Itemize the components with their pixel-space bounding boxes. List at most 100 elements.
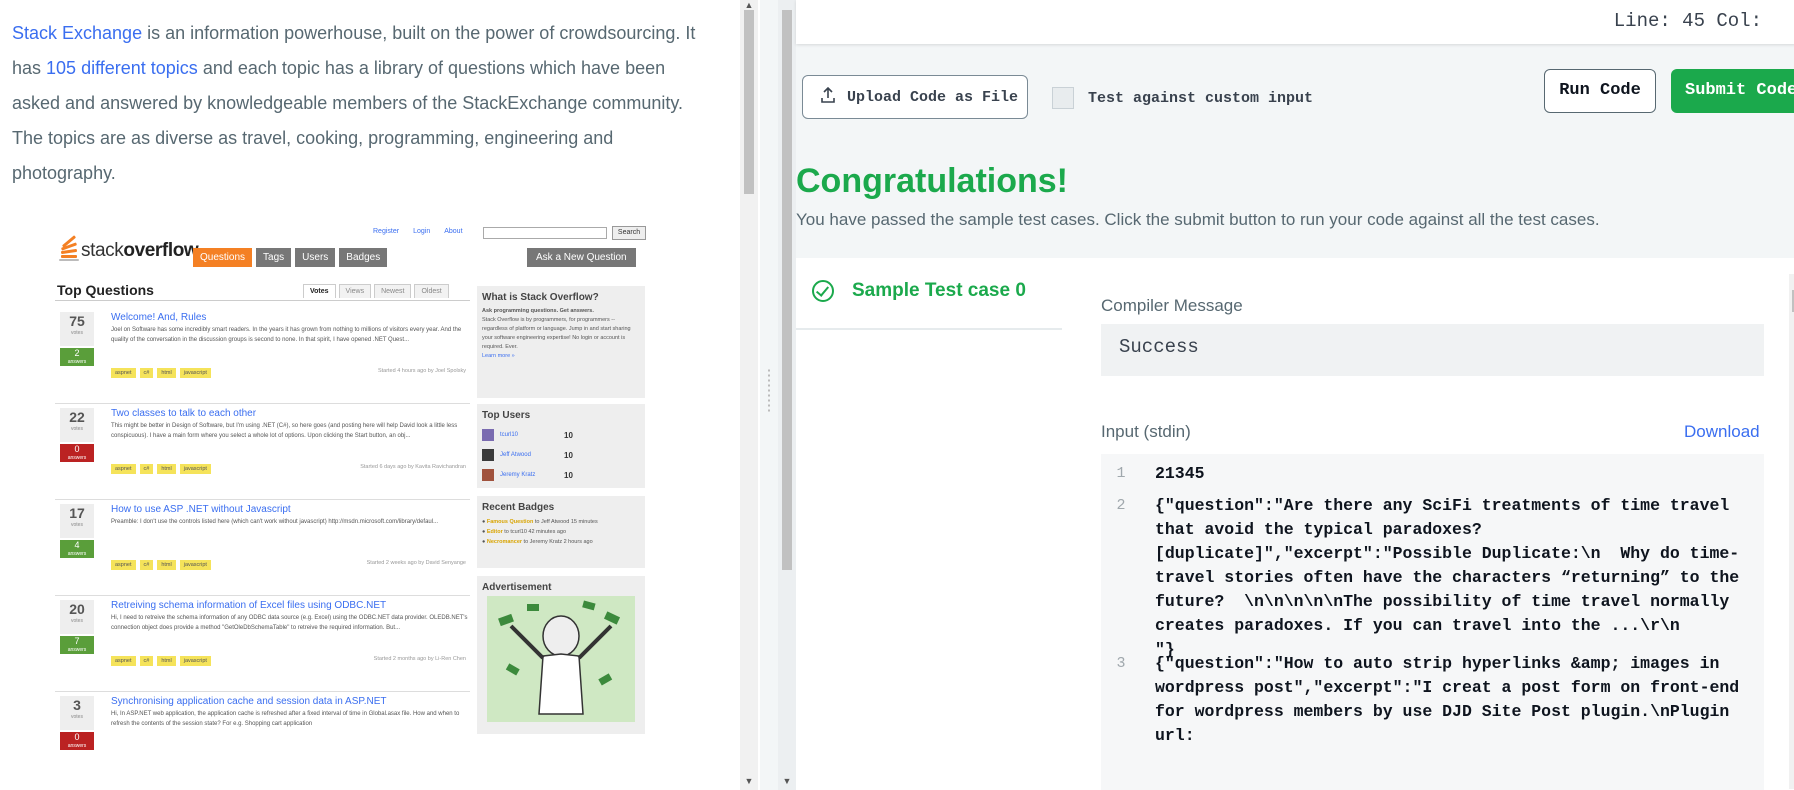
drag-handle-icon[interactable] <box>767 368 771 412</box>
so-answer-count: 4 answers <box>60 540 94 558</box>
line-number: 2 <box>1116 497 1126 514</box>
avatar <box>482 429 494 441</box>
input-stdin-label: Input (stdin) <box>1101 422 1191 441</box>
so-divider <box>55 300 470 301</box>
so-vote-count: 20 votes <box>60 600 94 634</box>
submit-code-button[interactable]: Submit Code <box>1671 69 1794 113</box>
compiler-message-value: Success <box>1101 324 1764 376</box>
so-top-users-box: Top Users tcurl10 10 Jeff Atwood 10 Jeremy… <box>477 404 645 488</box>
so-login-link: Login <box>413 228 431 235</box>
stack-exchange-link[interactable]: Stack Exchange <box>12 23 142 43</box>
so-what-body: Stack Overflow is by programmers, for pr… <box>482 317 631 350</box>
so-badge-row: ● Famous Question to Jeff Atwood 15 minu… <box>482 519 598 525</box>
so-asked-by: Started 6 days ago by Kavita Ravichandra… <box>360 464 466 470</box>
so-user-row: tcurl10 10 <box>477 425 645 445</box>
description-scroll-thumb[interactable] <box>744 10 754 194</box>
editor-pane: ▼ Line: 45 Col: Upload Code as File Test… <box>778 0 1794 790</box>
so-question-title: Retreiving schema information of Excel f… <box>111 600 387 611</box>
scroll-down-arrow-icon[interactable]: ▼ <box>740 776 758 786</box>
so-answer-count: 2 answers <box>60 348 94 366</box>
so-top-users-title: Top Users <box>482 410 531 421</box>
so-question: 22 votes 0 answers Two classes to talk to … <box>55 408 470 500</box>
so-logo: stackoverflow <box>59 232 199 262</box>
so-what-subtitle: Ask programming questions. Get answers. <box>482 308 594 314</box>
so-what-is-box: What is Stack Overflow? Ask programming … <box>477 286 645 398</box>
so-search-button: Search <box>612 226 646 240</box>
line-text: {"question":"Are there any SciFi treatme… <box>1155 496 1760 659</box>
so-vote-count: 3 votes <box>60 696 94 730</box>
so-about-link: About <box>444 228 463 235</box>
screen: Stack Exchange is an information powerho… <box>0 0 1794 790</box>
scroll-down-arrow-icon[interactable]: ▼ <box>1790 774 1794 784</box>
cursor-position: Line: 45 Col: <box>1613 10 1762 32</box>
line-text: 21345 <box>1155 464 1205 483</box>
editor-status-bar: Line: 45 Col: <box>796 0 1794 44</box>
scroll-up-arrow-icon[interactable]: ▲ <box>740 0 758 10</box>
so-nav-badges: Badges <box>339 248 388 267</box>
so-question: 20 votes 7 answers Retreiving schema infor… <box>55 600 470 692</box>
so-question-excerpt: Hi, In ASP.NET web application, the appl… <box>111 711 460 727</box>
so-tags: aspnet c# html javascript <box>111 464 211 474</box>
so-question-excerpt: Preamble: I don't use the controls liste… <box>111 519 439 525</box>
avatar <box>482 449 494 461</box>
intro-paragraph: Stack Exchange is an information powerho… <box>12 16 712 191</box>
so-tags: aspnet c# html javascript <box>111 560 211 570</box>
topics-link[interactable]: 105 different topics <box>46 58 198 78</box>
editor-pane-scroll-thumb[interactable] <box>782 10 792 570</box>
avatar <box>482 469 494 481</box>
pane-resizer[interactable] <box>760 0 778 790</box>
result-title: Congratulations! <box>796 162 1068 200</box>
custom-input-label: Test against custom input <box>1088 89 1314 107</box>
so-nav-questions: Questions <box>193 248 253 267</box>
scroll-up-arrow-icon[interactable]: ▲ <box>1790 274 1794 284</box>
so-user-row: Jeff Atwood 10 <box>477 445 645 465</box>
so-tab-oldest: Oldest <box>414 284 449 298</box>
so-ask-button: Ask a New Question <box>527 248 636 267</box>
editor-pane-scrollbar[interactable]: ▼ <box>778 0 796 790</box>
tab-sample-test-case-0[interactable]: Sample Test case 0 <box>796 258 1062 330</box>
so-tab-votes: Votes <box>303 284 336 298</box>
so-nav-tags: Tags <box>256 248 292 267</box>
so-asked-by: Started 2 months ago by Li-Ren Chen <box>373 656 466 662</box>
so-badge-row: ● Editor to tcurl10 42 minutes ago <box>482 529 567 535</box>
check-circle-icon <box>812 280 834 302</box>
custom-input-checkbox[interactable] <box>1052 87 1074 109</box>
upload-label: Upload Code as File <box>847 88 1019 106</box>
so-recent-badges-box: Recent Badges ● Famous Question to Jeff … <box>477 496 645 568</box>
so-answer-count: 7 answers <box>60 636 94 654</box>
description-scrollbar[interactable]: ▲ ▼ <box>740 0 758 790</box>
run-code-button[interactable]: Run Code <box>1544 69 1656 113</box>
so-vote-count: 17 votes <box>60 504 94 538</box>
so-question-title: Two classes to talk to each other <box>111 408 257 419</box>
line-text: {"question":"How to auto strip hyperlink… <box>1155 654 1750 745</box>
so-badges-title: Recent Badges <box>482 502 555 513</box>
upload-icon <box>821 86 835 108</box>
so-question: 3 votes 0 answers Synchronising applicatio… <box>55 696 470 788</box>
compiler-message-label: Compiler Message <box>1101 296 1243 315</box>
so-answer-count: 0 answers <box>60 732 94 750</box>
stdin-scrollbar[interactable]: ▲ ▼ <box>1789 274 1794 789</box>
so-advertisement-box: Advertisement <box>477 576 645 734</box>
result-subtitle: You have passed the sample test cases. C… <box>796 210 1600 229</box>
so-question: 17 votes 4 answers How to use ASP .NET wit… <box>55 504 470 596</box>
so-question-excerpt: This might be better in Design of Softwa… <box>111 423 458 439</box>
problem-description-pane: Stack Exchange is an information powerho… <box>0 0 740 790</box>
so-heading: Top Questions <box>57 282 154 298</box>
download-link[interactable]: Download <box>1684 422 1760 442</box>
so-logo-text-light: stack <box>81 240 124 261</box>
so-top-links: Register Login About <box>373 228 463 235</box>
so-tab-newest: Newest <box>374 284 412 298</box>
so-question-excerpt: Joel on Software has some incredibly sma… <box>111 327 462 343</box>
test-results-panel: Sample Test case 0 Compiler Message Succ… <box>796 258 1794 790</box>
so-logo-icon <box>59 235 79 262</box>
so-register-link: Register <box>373 228 400 235</box>
custom-input-toggle[interactable]: Test against custom input <box>1052 87 1313 109</box>
so-question-title: How to use ASP .NET without Javascript <box>111 504 291 515</box>
scroll-down-arrow-icon[interactable]: ▼ <box>778 776 796 786</box>
upload-code-button[interactable]: Upload Code as File <box>802 75 1028 119</box>
stdin-viewer: 1 21345 2 {"question":"Are there any Sci… <box>1101 454 1764 790</box>
so-tags: aspnet c# html javascript <box>111 656 211 666</box>
so-learn-more: Learn more » <box>482 353 515 359</box>
stackoverflow-screenshot-image: stackoverflow Register Login About Searc… <box>55 224 651 790</box>
so-vote-count: 75 votes <box>60 312 94 346</box>
